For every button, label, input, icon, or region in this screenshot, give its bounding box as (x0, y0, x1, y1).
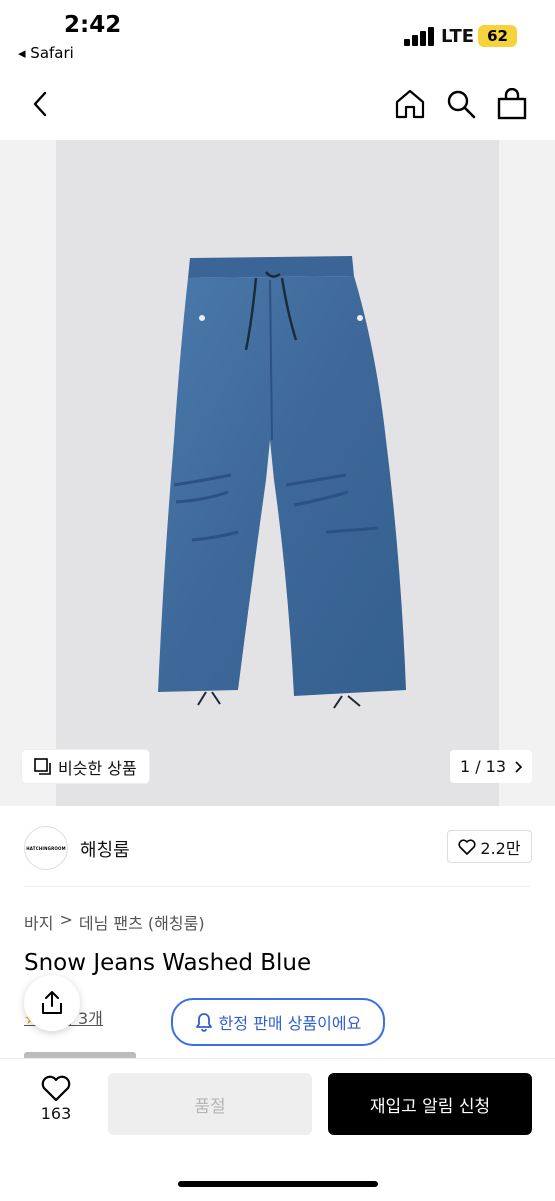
back-to-safari-link[interactable]: ◂ Safari (18, 44, 74, 62)
breadcrumb-separator-icon: > (59, 910, 73, 929)
battery-icon: 62 (478, 25, 517, 47)
network-label: LTE (441, 26, 475, 47)
search-icon (447, 90, 476, 119)
brand-logo-text: HATCHINGROOM (26, 845, 66, 851)
brand-row: HATCHINGROOM 해칭룸 2.2만 (0, 820, 555, 884)
signal-icon (404, 26, 437, 46)
soldout-button: 품절 (108, 1073, 312, 1135)
chevron-left-icon (33, 91, 47, 117)
similar-products-icon (34, 757, 51, 775)
home-indicator (178, 1181, 378, 1187)
restock-alert-button[interactable]: 재입고 알림 신청 (328, 1073, 532, 1135)
shopping-bag-icon (497, 88, 527, 120)
nav-bar (0, 80, 555, 130)
breadcrumb-subcategory[interactable]: 데님 팬츠 (해칭룸) (79, 910, 205, 934)
image-counter[interactable]: 1 / 13 (450, 750, 532, 783)
brand-name[interactable]: 해칭룸 (80, 836, 130, 862)
brand-logo[interactable]: HATCHINGROOM (24, 826, 68, 870)
home-button[interactable] (390, 80, 430, 128)
status-bar: 2:42 ◂ Safari LTE 62 (0, 0, 555, 70)
share-button[interactable] (24, 975, 80, 1031)
similar-products-button[interactable]: 비슷한 상품 (22, 750, 149, 783)
product-title: Snow Jeans Washed Blue (24, 950, 312, 976)
bell-icon (195, 1013, 212, 1032)
search-button[interactable] (441, 80, 481, 128)
bottom-action-bar: 163 품절 재입고 알림 신청 (0, 1058, 555, 1201)
home-icon (395, 89, 425, 119)
chevron-right-icon (515, 760, 523, 773)
heart-icon (458, 838, 476, 855)
wishlist-button[interactable]: 163 (30, 1075, 82, 1123)
brand-like-button[interactable]: 2.2만 (447, 830, 532, 863)
limited-sale-text: 한정 판매 상품이에요 (218, 1014, 362, 1033)
heart-outline-icon (41, 1075, 71, 1102)
image-counter-text: 1 / 13 (459, 757, 507, 776)
product-image (56, 140, 499, 806)
share-icon (42, 991, 62, 1014)
cart-button[interactable] (492, 80, 532, 128)
wishlist-count: 163 (40, 1104, 72, 1123)
limited-sale-badge: 한정 판매 상품이에요 (171, 998, 385, 1046)
status-time: 2:42 (64, 12, 122, 38)
divider (24, 886, 531, 887)
breadcrumb: 바지 > 데님 팬츠 (해칭룸) (24, 910, 205, 934)
product-image-gallery[interactable] (0, 140, 555, 806)
brand-like-count: 2.2만 (480, 838, 521, 858)
back-button[interactable] (20, 80, 60, 128)
breadcrumb-category[interactable]: 바지 (24, 910, 53, 934)
similar-products-label: 비슷한 상품 (58, 758, 137, 778)
denim-pants-image (158, 256, 406, 709)
